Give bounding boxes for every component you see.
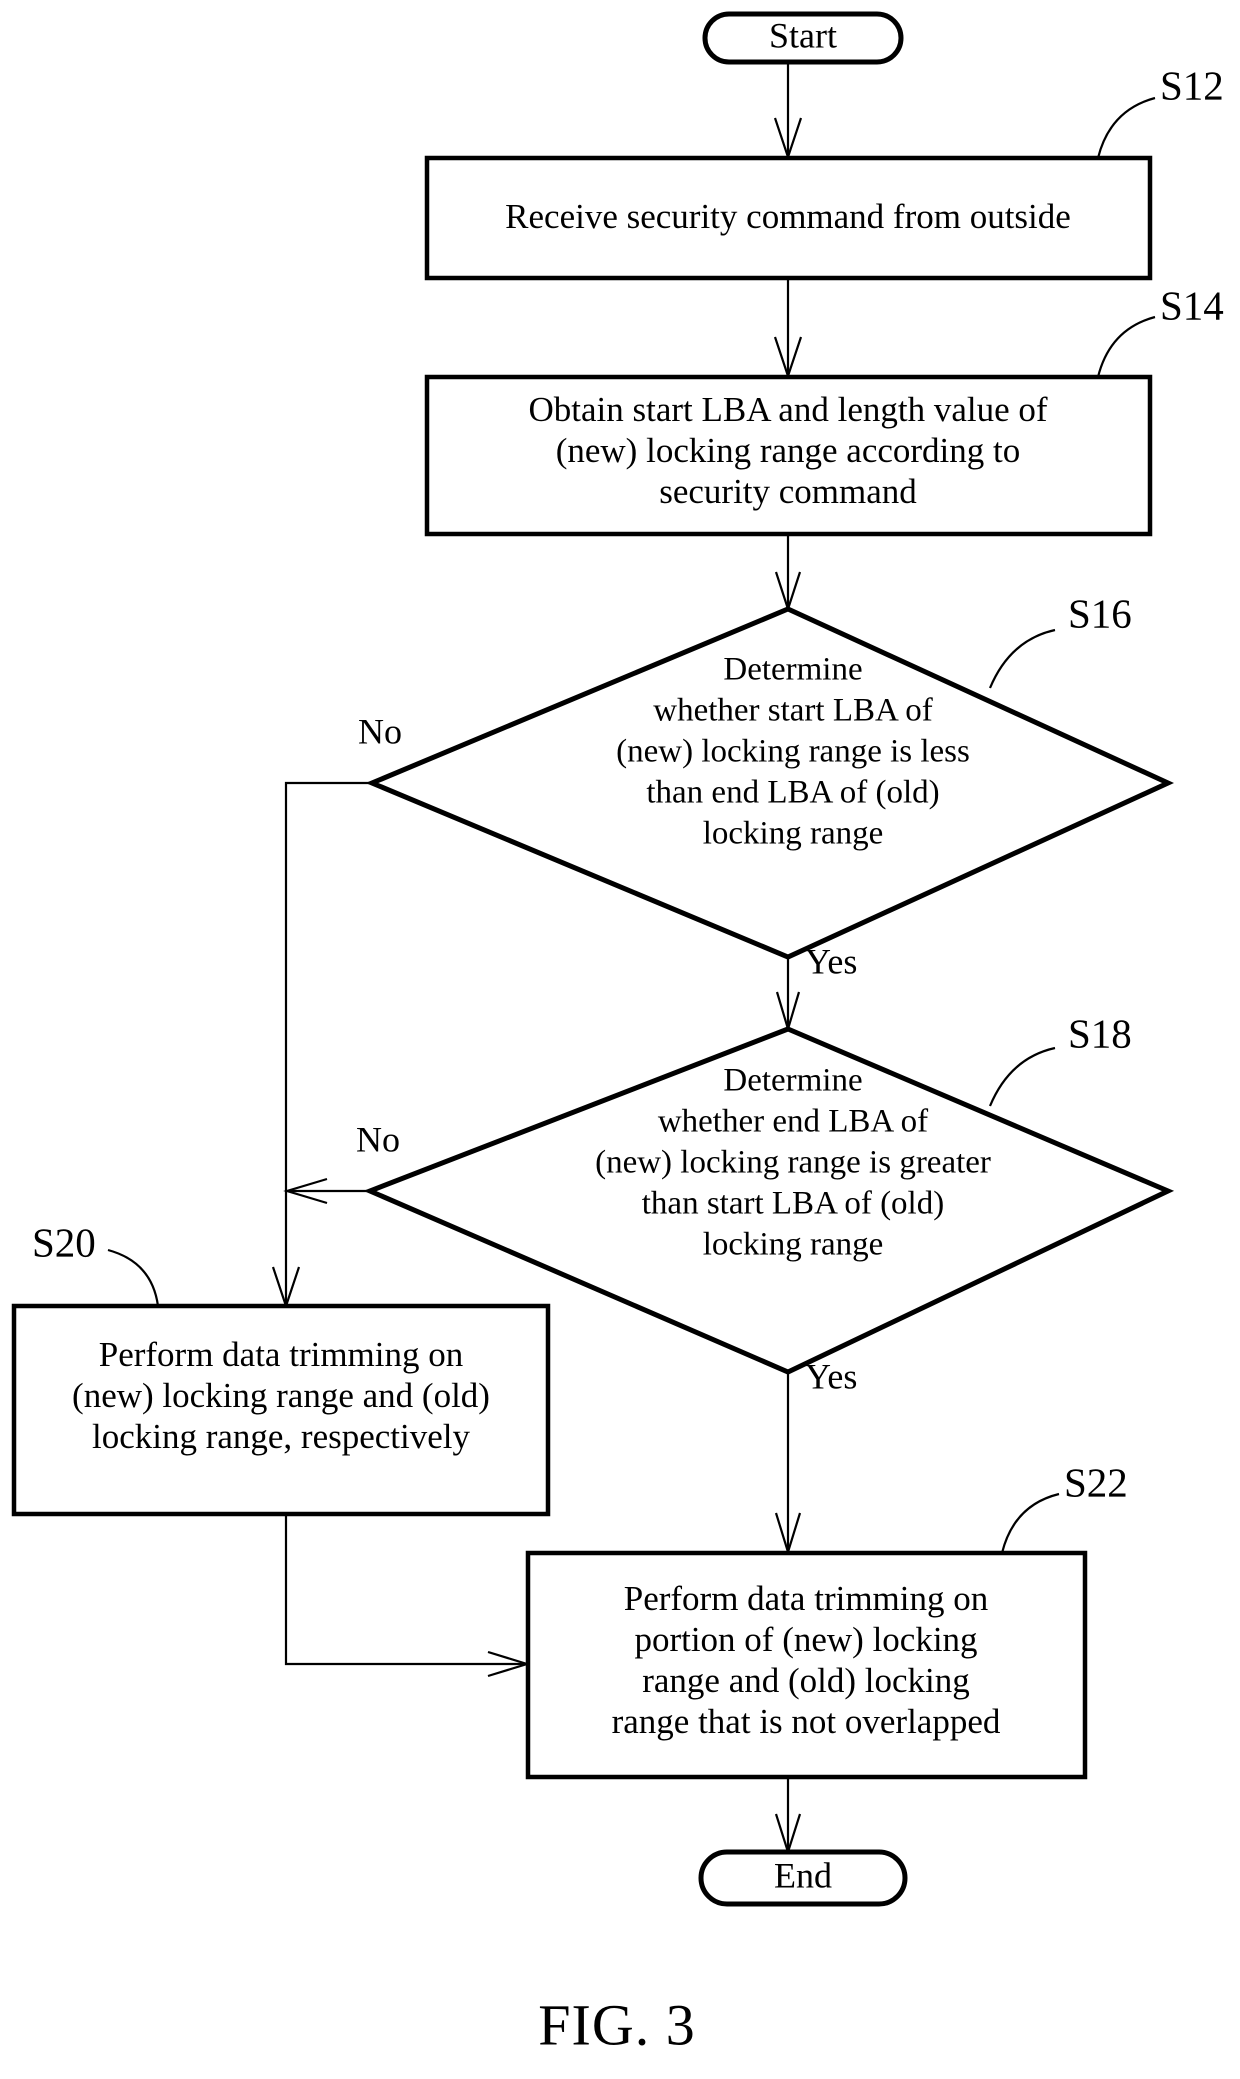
edge-s20-to-s22 [284, 1514, 531, 1678]
s18-line-4: than start LBA of (old) [642, 1186, 944, 1222]
leader-s20 [107, 1248, 160, 1307]
s14-line-3: security command [659, 472, 917, 511]
s22-line-1: Perform data trimming on [624, 1579, 989, 1618]
leader-s18 [988, 1046, 1056, 1107]
edge-label-s18-yes: Yes [805, 1356, 857, 1396]
s18-line-1: Determine [723, 1063, 862, 1099]
edge-s16-no-to-s20 [271, 781, 372, 1310]
start-label: Start [769, 15, 837, 55]
end-label: End [774, 1855, 832, 1895]
s16-line-5: locking range [703, 816, 884, 852]
s14-line-2: (new) locking range according to [556, 431, 1021, 470]
edge-label-s16-no: No [358, 711, 402, 751]
edge-s12-to-s14 [773, 278, 803, 380]
node-s16[interactable]: Determine whether start LBA of (new) loc… [365, 606, 1175, 960]
s16-line-1: Determine [723, 652, 862, 688]
edge-s22-to-end [774, 1777, 802, 1856]
flowchart-canvas: Start Receive security command from outs… [11, 11, 1224, 2057]
s14-line-1: Obtain start LBA and length value of [528, 390, 1047, 429]
edge-s18-yes-to-s22 [774, 1372, 802, 1556]
edge-s18-no-to-s20 [283, 1177, 370, 1205]
figure-caption: FIG. 3 [538, 1992, 695, 2057]
leader-s16 [988, 628, 1056, 689]
s16-line-3: (new) locking range is less [616, 734, 970, 770]
s18-line-3: (new) locking range is greater [595, 1145, 991, 1181]
edge-s14-to-s16 [774, 534, 802, 613]
node-s14[interactable]: Obtain start LBA and length value of (ne… [424, 374, 1153, 537]
s20-line-1: Perform data trimming on [99, 1335, 464, 1374]
s12-line-1: Receive security command from outside [505, 197, 1071, 236]
ref-label-s14: S14 [1160, 282, 1224, 328]
s18-line-2: whether end LBA of [658, 1104, 928, 1140]
ref-label-s22: S22 [1064, 1459, 1128, 1505]
ref-label-s20: S20 [32, 1219, 96, 1265]
ref-label-s12: S12 [1160, 62, 1224, 108]
node-s20[interactable]: Perform data trimming on (new) locking r… [11, 1303, 551, 1517]
edge-label-s16-yes: Yes [805, 941, 857, 981]
node-start[interactable]: Start [702, 11, 904, 65]
s20-line-3: locking range, respectively [92, 1417, 471, 1456]
s18-line-5: locking range [703, 1227, 884, 1263]
node-end[interactable]: End [698, 1849, 908, 1907]
edge-label-s18-no: No [356, 1119, 400, 1159]
s22-line-2: portion of (new) locking [634, 1620, 977, 1659]
node-s22[interactable]: Perform data trimming on portion of (new… [525, 1550, 1088, 1780]
s16-line-2: whether start LBA of [653, 693, 933, 729]
s16-line-4: than end LBA of (old) [646, 775, 939, 811]
ref-label-s18: S18 [1068, 1010, 1132, 1056]
leader-s14 [1096, 315, 1156, 378]
edge-s16-yes-to-s18 [775, 957, 801, 1033]
s20-line-2: (new) locking range and (old) [72, 1376, 490, 1415]
leader-s12 [1096, 96, 1156, 159]
node-s12[interactable]: Receive security command from outside [424, 155, 1153, 281]
s22-line-4: range that is not overlapped [612, 1702, 1001, 1741]
leader-s22 [1000, 1492, 1060, 1554]
edge-start-to-s12 [773, 62, 803, 161]
flowchart-figure: Start Receive security command from outs… [0, 0, 1240, 2079]
ref-label-s16: S16 [1068, 590, 1132, 636]
s22-line-3: range and (old) locking [642, 1661, 970, 1700]
